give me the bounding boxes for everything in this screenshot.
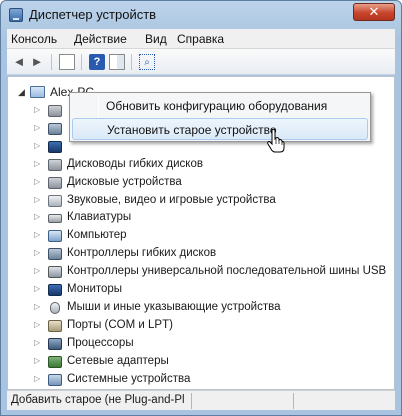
controller-icon	[48, 248, 62, 261]
expand-arrow-icon[interactable]: ▷	[34, 320, 40, 329]
toolbar-separator	[51, 54, 52, 70]
menu-bar: Консоль Действие Вид Справка	[7, 29, 395, 49]
tree-item-label: Порты (COM и LPT)	[67, 318, 173, 331]
status-bar: Добавить старое (не Plug-and-Pl	[7, 390, 395, 410]
expand-arrow-icon[interactable]: ▷	[34, 195, 40, 204]
expand-arrow-icon[interactable]: ▷	[34, 177, 40, 186]
tree-item-label: Мониторы	[67, 283, 123, 295]
tree-item[interactable]: ▷ Дисководы гибких дисков	[34, 157, 394, 174]
mouse-icon	[50, 301, 60, 314]
expand-arrow-icon[interactable]: ▷	[34, 302, 40, 311]
tree-item-label: Мыши и иные указывающие устройства	[67, 300, 281, 313]
tree-item[interactable]: ▷ Звуковые, видео и игровые устройства	[34, 193, 394, 210]
tree-item-label: Дисководы гибких дисков	[67, 157, 203, 170]
show-pane-icon[interactable]	[109, 54, 125, 70]
disk-drive-icon	[48, 176, 62, 189]
expand-arrow-icon[interactable]: ▷	[34, 105, 40, 114]
menu-item-label: Установить старое устройство	[107, 123, 277, 137]
collapse-arrow-icon[interactable]: ◢	[18, 87, 25, 98]
expand-arrow-icon[interactable]: ▷	[34, 141, 40, 150]
computer-icon	[30, 86, 45, 98]
status-message: Добавить старое (не Plug-and-Pl	[11, 394, 185, 406]
expand-arrow-icon[interactable]: ▷	[34, 356, 40, 365]
tree-item[interactable]: ▷ Контроллеры универсальной последователь…	[34, 264, 394, 281]
tree-item[interactable]: ▷ Процессоры	[34, 336, 394, 353]
hand-cursor-icon	[267, 129, 285, 153]
scan-hardware-icon[interactable]: ⌕	[139, 54, 155, 70]
tree-item[interactable]: ▷ Дисковые устройства	[34, 175, 394, 192]
menu-item-scan-hardware[interactable]: Обновить конфигурацию оборудования	[72, 95, 368, 117]
floppy-icon	[48, 158, 62, 171]
tree-item-label: Системные устройства	[67, 372, 191, 385]
port-icon	[48, 319, 62, 332]
console-tree-icon[interactable]	[59, 54, 75, 70]
menu-item-add-legacy-hardware[interactable]: Установить старое устройство	[72, 118, 368, 140]
tree-item-label: Контроллеры гибких дисков	[67, 247, 217, 260]
expand-arrow-icon[interactable]: ▷	[34, 374, 40, 383]
device-icon	[48, 122, 62, 135]
tree-item[interactable]: ▷ Порты (COM и LPT)	[34, 318, 394, 335]
menu-console[interactable]: Консоль	[11, 32, 57, 46]
keyboard-icon	[48, 214, 62, 224]
menu-help[interactable]: Справка	[177, 32, 224, 46]
usb-icon	[48, 266, 62, 279]
network-icon	[48, 355, 62, 368]
help-icon[interactable]: ?	[89, 54, 105, 70]
status-separator	[191, 393, 192, 409]
context-menu: Обновить конфигурацию оборудования Устан…	[69, 92, 371, 142]
toolbar-separator	[131, 54, 132, 70]
tree-item-label: Дисковые устройства	[67, 175, 182, 188]
tree-item[interactable]: ▷ Системные устройства	[34, 372, 394, 389]
system-icon	[48, 373, 62, 386]
close-button[interactable]: ✕	[353, 3, 395, 21]
tree-item[interactable]: ▷ Клавиатуры	[34, 210, 394, 227]
title-bar[interactable]: Диспетчер устройств ✕	[1, 1, 401, 29]
status-separator	[293, 393, 294, 409]
cpu-icon	[48, 337, 62, 350]
menu-view[interactable]: Вид	[145, 32, 167, 46]
expand-arrow-icon[interactable]: ▷	[34, 266, 40, 275]
tree-item-label: Звуковые, видео и игровые устройства	[67, 193, 276, 206]
tree-item[interactable]: ▷ Компьютер	[34, 228, 394, 245]
forward-arrow-icon[interactable]: ►	[29, 54, 45, 70]
tree-item[interactable]: ▷ Сетевые адаптеры	[34, 354, 394, 371]
tree-item-label: Клавиатуры	[67, 211, 132, 224]
tree-item-label: Контроллеры универсальной последовательн…	[67, 265, 387, 278]
toolbar: ◄ ► ? ⌕	[7, 49, 395, 75]
expand-arrow-icon[interactable]: ▷	[34, 230, 40, 239]
toolbar-separator	[81, 54, 82, 70]
computer-icon	[48, 230, 62, 243]
tree-item-label: Процессоры	[67, 336, 134, 349]
expand-arrow-icon[interactable]: ▷	[34, 123, 40, 132]
device-manager-icon	[9, 8, 23, 22]
disk-icon	[48, 105, 62, 117]
back-arrow-icon[interactable]: ◄	[11, 54, 27, 70]
tree-item[interactable]: ▷ Контроллеры гибких дисков	[34, 246, 394, 263]
display-adapter-icon	[48, 140, 62, 153]
expand-arrow-icon[interactable]: ▷	[34, 212, 40, 221]
sound-icon	[48, 194, 62, 207]
expand-arrow-icon[interactable]: ▷	[34, 159, 40, 168]
monitor-icon	[48, 284, 62, 296]
window-title: Диспетчер устройств	[29, 7, 157, 22]
device-manager-window: Диспетчер устройств ✕ Консоль Действие В…	[0, 0, 402, 416]
tree-item-label: Компьютер	[67, 229, 127, 242]
expand-arrow-icon[interactable]: ▷	[34, 248, 40, 257]
tree-item-label: Сетевые адаптеры	[67, 354, 169, 367]
menu-item-label: Обновить конфигурацию оборудования	[106, 99, 328, 113]
menu-action[interactable]: Действие	[74, 32, 127, 46]
expand-arrow-icon[interactable]: ▷	[34, 338, 40, 347]
tree-item[interactable]: ▷ Мониторы	[34, 282, 394, 299]
expand-arrow-icon[interactable]: ▷	[34, 284, 40, 293]
tree-item[interactable]: ▷ Мыши и иные указывающие устройства	[34, 300, 394, 317]
